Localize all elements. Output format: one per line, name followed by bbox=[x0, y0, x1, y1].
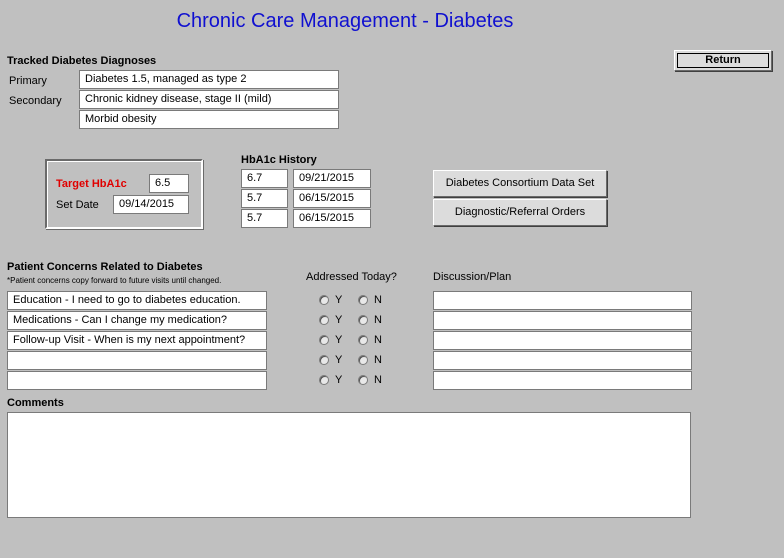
consortium-data-set-button[interactable]: Diabetes Consortium Data Set bbox=[433, 170, 607, 197]
addressed-no-radio[interactable] bbox=[358, 375, 368, 385]
concerns-note: *Patient concerns copy forward to future… bbox=[7, 276, 222, 285]
yes-label: Y bbox=[335, 374, 343, 386]
history-date-field[interactable]: 06/15/2015 bbox=[293, 189, 371, 208]
addressed-yes-radio[interactable] bbox=[319, 295, 329, 305]
target-hba1c-field[interactable]: 6.5 bbox=[149, 174, 189, 193]
discussion-plan-field[interactable] bbox=[433, 331, 692, 350]
history-date-field[interactable]: 06/15/2015 bbox=[293, 209, 371, 228]
diagnostic-referral-orders-button[interactable]: Diagnostic/Referral Orders bbox=[433, 199, 607, 226]
secondary-label: Secondary bbox=[9, 95, 62, 107]
history-value-field[interactable]: 5.7 bbox=[241, 189, 288, 208]
return-button[interactable]: Return bbox=[674, 50, 772, 71]
target-hba1c-panel bbox=[45, 159, 203, 229]
addressed-today-heading: Addressed Today? bbox=[306, 271, 397, 283]
set-date-field[interactable]: 09/14/2015 bbox=[113, 195, 189, 214]
comments-heading: Comments bbox=[7, 397, 64, 409]
no-label: N bbox=[374, 374, 382, 386]
comments-textarea[interactable] bbox=[7, 412, 691, 518]
addressed-yes-radio[interactable] bbox=[319, 375, 329, 385]
yes-label: Y bbox=[335, 334, 343, 346]
yes-label: Y bbox=[335, 314, 343, 326]
addressed-no-radio[interactable] bbox=[358, 355, 368, 365]
history-date-field[interactable]: 09/21/2015 bbox=[293, 169, 371, 188]
diagnosis-primary-field[interactable]: Diabetes 1.5, managed as type 2 bbox=[79, 70, 339, 89]
diagnosis-secondary-field[interactable]: Chronic kidney disease, stage II (mild) bbox=[79, 90, 339, 109]
no-label: N bbox=[374, 294, 382, 306]
yes-label: Y bbox=[335, 354, 343, 366]
addressed-yes-radio[interactable] bbox=[319, 355, 329, 365]
addressed-no-radio[interactable] bbox=[358, 335, 368, 345]
addressed-yes-radio[interactable] bbox=[319, 315, 329, 325]
no-label: N bbox=[374, 354, 382, 366]
concern-field[interactable]: Follow-up Visit - When is my next appoin… bbox=[7, 331, 267, 350]
no-label: N bbox=[374, 314, 382, 326]
discussion-plan-field[interactable] bbox=[433, 291, 692, 310]
discussion-plan-field[interactable] bbox=[433, 351, 692, 370]
page-title: Chronic Care Management - Diabetes bbox=[176, 10, 514, 32]
concern-field[interactable] bbox=[7, 351, 267, 370]
no-label: N bbox=[374, 334, 382, 346]
set-date-label: Set Date bbox=[56, 199, 99, 211]
discussion-plan-field[interactable] bbox=[433, 371, 692, 390]
yes-label: Y bbox=[335, 294, 343, 306]
concern-field[interactable] bbox=[7, 371, 267, 390]
addressed-no-radio[interactable] bbox=[358, 315, 368, 325]
primary-label: Primary bbox=[9, 75, 47, 87]
history-heading: HbA1c History bbox=[241, 154, 317, 166]
addressed-yes-radio[interactable] bbox=[319, 335, 329, 345]
concerns-heading: Patient Concerns Related to Diabetes bbox=[7, 261, 203, 273]
history-value-field[interactable]: 6.7 bbox=[241, 169, 288, 188]
concern-field[interactable]: Education - I need to go to diabetes edu… bbox=[7, 291, 267, 310]
history-value-field[interactable]: 5.7 bbox=[241, 209, 288, 228]
addressed-no-radio[interactable] bbox=[358, 295, 368, 305]
concern-field[interactable]: Medications - Can I change my medication… bbox=[7, 311, 267, 330]
diagnosis-other-field[interactable]: Morbid obesity bbox=[79, 110, 339, 129]
discussion-plan-heading: Discussion/Plan bbox=[433, 271, 512, 283]
target-hba1c-label: Target HbA1c bbox=[56, 178, 127, 190]
diagnoses-heading: Tracked Diabetes Diagnoses bbox=[7, 55, 157, 67]
discussion-plan-field[interactable] bbox=[433, 311, 692, 330]
